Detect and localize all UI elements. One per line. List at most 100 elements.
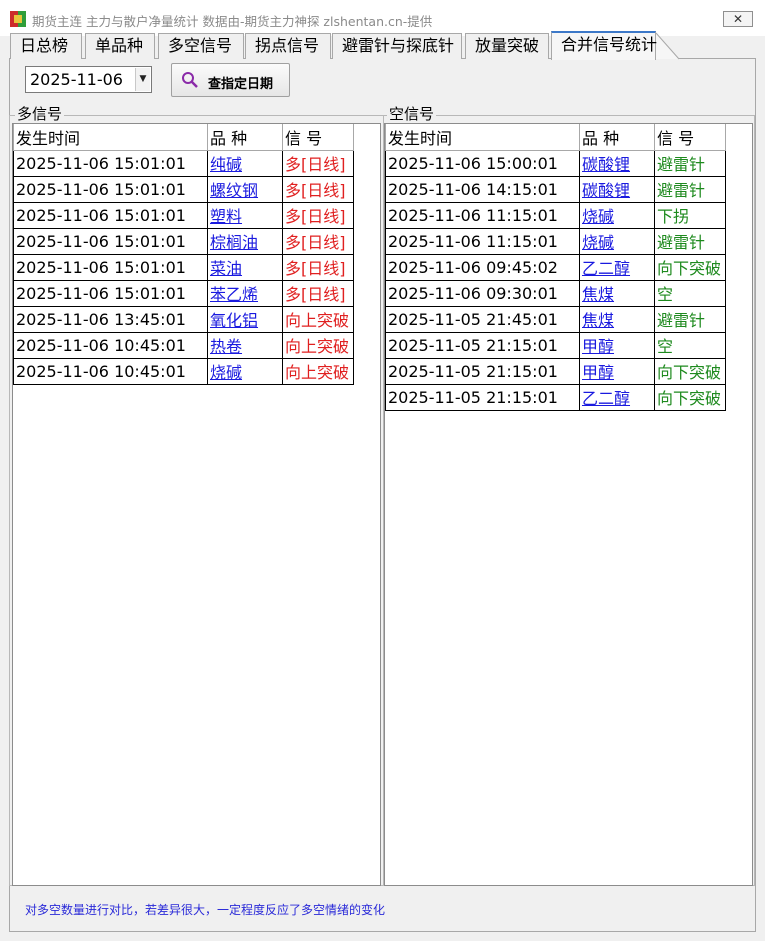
tab-lightning-rod-probe[interactable]: 避雷针与探底针 [332,33,462,59]
product-link[interactable]: 烧碱 [579,201,655,229]
tab-daily-ranking[interactable]: 日总榜 [10,33,82,59]
cell-time: 2025-11-06 15:01:01 [13,149,208,177]
table-row[interactable]: 2025-11-06 11:15:01 烧碱 避雷针 [385,227,726,255]
product-link[interactable]: 塑料 [207,201,283,229]
column-header-time[interactable]: 发生时间 [13,124,208,151]
cell-signal: 多[日线] [282,201,354,229]
cell-time: 2025-11-06 10:45:01 [13,357,208,385]
column-header-product[interactable]: 品 种 [579,124,655,151]
table-header-row: 发生时间 品 种 信 号 [13,124,354,151]
query-date-button[interactable]: 查指定日期 [171,63,290,97]
cell-time: 2025-11-06 14:15:01 [385,175,580,203]
table-header-row: 发生时间 品 种 信 号 [385,124,726,151]
table-row[interactable]: 2025-11-06 09:45:02 乙二醇 向下突破 [385,253,726,281]
cell-time: 2025-11-06 11:15:01 [385,227,580,255]
short-signal-table: 发生时间 品 种 信 号 2025-11-06 15:00:01 碳酸锂 避雷针 2… [385,124,726,411]
product-link[interactable]: 碳酸锂 [579,175,655,203]
long-signal-title: 多信号 [15,103,65,124]
table-row[interactable]: 2025-11-06 10:45:01 热卷 向上突破 [13,331,354,359]
column-header-time[interactable]: 发生时间 [385,124,580,151]
cell-signal: 空 [654,331,726,359]
tab-merged-signal-stats[interactable]: 合并信号统计 [551,31,657,60]
column-header-signal[interactable]: 信 号 [654,124,726,151]
tab-single-product[interactable]: 单品种 [85,33,155,59]
cell-time: 2025-11-06 15:01:01 [13,175,208,203]
table-row[interactable]: 2025-11-06 15:01:01 菜油 多[日线] [13,253,354,281]
table-row[interactable]: 2025-11-06 14:15:01 碳酸锂 避雷针 [385,175,726,203]
cell-signal: 多[日线] [282,279,354,307]
cell-signal: 向下突破 [654,383,726,411]
window-title: 期货主连 主力与散户净量统计 数据由-期货主力神探 zlshentan.cn-提… [32,14,433,29]
cell-signal: 向上突破 [282,357,354,385]
cell-time: 2025-11-06 11:15:01 [385,201,580,229]
table-row[interactable]: 2025-11-05 21:45:01 焦煤 避雷针 [385,305,726,333]
table-row[interactable]: 2025-11-06 15:01:01 纯碱 多[日线] [13,149,354,177]
cell-signal: 向上突破 [282,331,354,359]
cell-time: 2025-11-06 15:01:01 [13,227,208,255]
table-row[interactable]: 2025-11-06 13:45:01 氧化铝 向上突破 [13,305,354,333]
product-link[interactable]: 氧化铝 [207,305,283,333]
cell-time: 2025-11-06 09:45:02 [385,253,580,281]
product-link[interactable]: 纯碱 [207,149,283,177]
product-link[interactable]: 菜油 [207,253,283,281]
short-signal-grid[interactable]: 发生时间 品 种 信 号 2025-11-06 15:00:01 碳酸锂 避雷针 2… [384,123,753,886]
tab-bar: 日总榜 单品种 多空信号 拐点信号 避雷针与探底针 放量突破 合并信号统计 [0,31,765,60]
product-link[interactable]: 焦煤 [579,279,655,307]
cell-signal: 避雷针 [654,175,726,203]
table-row[interactable]: 2025-11-06 09:30:01 焦煤空 [385,279,726,307]
long-signal-grid[interactable]: 发生时间 品 种 信 号 2025-11-06 15:01:01 纯碱 多[日线] … [12,123,381,886]
table-row[interactable]: 2025-11-06 10:45:01 烧碱 向上突破 [13,357,354,385]
search-icon [182,72,198,88]
chevron-down-icon[interactable]: ▼ [135,68,150,91]
column-header-signal[interactable]: 信 号 [282,124,354,151]
table-row[interactable]: 2025-11-06 11:15:01 烧碱 下拐 [385,201,726,229]
product-link[interactable]: 螺纹钢 [207,175,283,203]
date-value[interactable]: 2025-11-06 [30,70,123,89]
product-link[interactable]: 烧碱 [207,357,283,385]
cell-time: 2025-11-06 15:00:01 [385,149,580,177]
cell-signal: 下拐 [654,201,726,229]
table-row[interactable]: 2025-11-06 15:01:01 螺纹钢 多[日线] [13,175,354,203]
app-logo-icon [10,11,26,27]
product-link[interactable]: 烧碱 [579,227,655,255]
cell-signal: 避雷针 [654,305,726,333]
product-link[interactable]: 甲醇 [579,331,655,359]
cell-time: 2025-11-05 21:45:01 [385,305,580,333]
table-row[interactable]: 2025-11-06 15:01:01 塑料 多[日线] [13,201,354,229]
cell-time: 2025-11-06 15:01:01 [13,253,208,281]
cell-time: 2025-11-06 13:45:01 [13,305,208,333]
table-row[interactable]: 2025-11-05 21:15:01 乙二醇 向下突破 [385,383,726,411]
cell-time: 2025-11-06 09:30:01 [385,279,580,307]
cell-time: 2025-11-06 10:45:01 [13,331,208,359]
table-row[interactable]: 2025-11-06 15:01:01 苯乙烯 多[日线] [13,279,354,307]
cell-signal: 向下突破 [654,253,726,281]
table-row[interactable]: 2025-11-06 15:01:01 棕榈油 多[日线] [13,227,354,255]
tab-turning-point-signal[interactable]: 拐点信号 [245,33,331,59]
column-header-product[interactable]: 品 种 [207,124,283,151]
short-signal-title: 空信号 [387,103,437,124]
tab-long-short-signal[interactable]: 多空信号 [158,33,244,59]
cell-time: 2025-11-06 15:01:01 [13,279,208,307]
product-link[interactable]: 乙二醇 [579,383,655,411]
cell-time: 2025-11-05 21:15:01 [385,331,580,359]
table-row[interactable]: 2025-11-05 21:15:01 甲醇 向下突破 [385,357,726,385]
tab-volume-breakout[interactable]: 放量突破 [465,33,549,59]
cell-time: 2025-11-05 21:15:01 [385,357,580,385]
table-row[interactable]: 2025-11-06 15:00:01 碳酸锂 避雷针 [385,149,726,177]
product-link[interactable]: 乙二醇 [579,253,655,281]
cell-signal: 避雷针 [654,227,726,255]
close-button[interactable]: ✕ [723,11,753,27]
query-button-label: 查指定日期 [208,77,274,92]
product-link[interactable]: 焦煤 [579,305,655,333]
cell-signal: 多[日线] [282,227,354,255]
cell-signal: 多[日线] [282,149,354,177]
cell-signal: 多[日线] [282,253,354,281]
table-row[interactable]: 2025-11-05 21:15:01 甲醇空 [385,331,726,359]
product-link[interactable]: 棕榈油 [207,227,283,255]
product-link[interactable]: 甲醇 [579,357,655,385]
product-link[interactable]: 热卷 [207,331,283,359]
product-link[interactable]: 苯乙烯 [207,279,283,307]
long-signal-table: 发生时间 品 种 信 号 2025-11-06 15:01:01 纯碱 多[日线] … [13,124,354,385]
product-link[interactable]: 碳酸锂 [579,149,655,177]
date-picker[interactable]: 2025-11-06 ▼ [25,66,152,93]
